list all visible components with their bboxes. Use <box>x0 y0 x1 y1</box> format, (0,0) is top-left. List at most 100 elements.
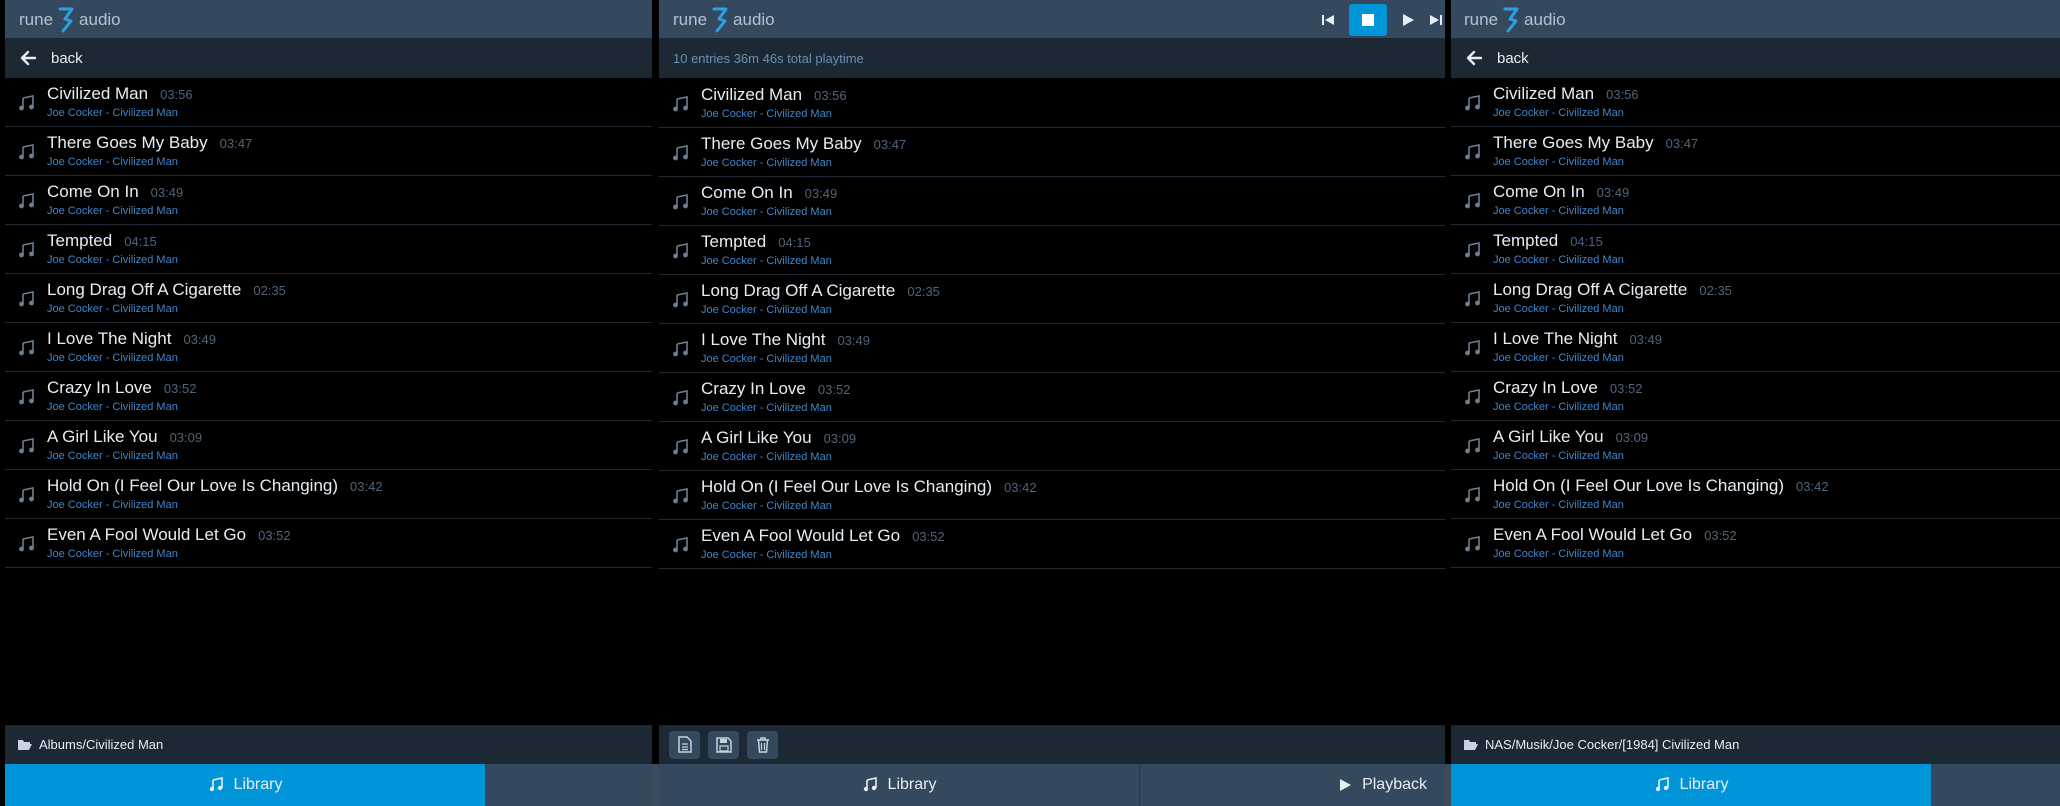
track-title-text: There Goes My Baby <box>1493 133 1654 152</box>
track-title: Long Drag Off A Cigarette 02:35 <box>47 280 286 300</box>
track-artist-album: Joe Cocker - Civilized Man <box>1493 450 1624 462</box>
music-note-icon <box>1463 241 1481 259</box>
track-title: A Girl Like You 03:09 <box>1493 427 1648 447</box>
next-button[interactable] <box>1429 4 1445 36</box>
track-artist-album: Joe Cocker - Civilized Man <box>701 451 832 463</box>
save-playlist-button[interactable] <box>708 730 739 759</box>
playlist-info: 10 entries 36m 46s total playtime <box>659 38 1445 78</box>
track-title: A Girl Like You 03:09 <box>701 428 856 448</box>
brand-logo[interactable]: rune audio <box>19 7 121 33</box>
track-row[interactable]: Even A Fool Would Let Go 03:52 Joe Cocker … <box>1451 519 2060 568</box>
music-note-icon <box>1463 535 1481 553</box>
tab-library[interactable]: Library <box>5 764 485 806</box>
track-row[interactable]: Long Drag Off A Cigarette 02:35 Joe Cocker… <box>5 274 652 323</box>
music-note-icon <box>17 388 35 406</box>
track-row[interactable]: Tempted 04:15 Joe Cocker - Civilized Man <box>5 225 652 274</box>
brand-logo[interactable]: rune audio <box>1464 7 1566 33</box>
track-title-text: Hold On (I Feel Our Love Is Changing) <box>47 476 339 495</box>
track-row[interactable]: There Goes My Baby 03:47 Joe Cocker - Civi… <box>659 128 1445 177</box>
path-bar: NAS/Musik/Joe Cocker/[1984] Civilized Ma… <box>1451 725 2060 764</box>
track-artist-album: Joe Cocker - Civilized Man <box>47 156 178 168</box>
track-row[interactable]: A Girl Like You 03:09 Joe Cocker - Civiliz… <box>5 421 652 470</box>
track-row[interactable]: Hold On (I Feel Our Love Is Changing) 03:… <box>1451 470 2060 519</box>
track-artist-album: Joe Cocker - Civilized Man <box>47 254 178 266</box>
back-button[interactable]: back <box>5 38 652 78</box>
track-row[interactable]: Tempted 04:15 Joe Cocker - Civilized Man <box>1451 225 2060 274</box>
track-duration: 03:56 <box>1606 87 1639 102</box>
track-duration: 03:09 <box>169 430 203 445</box>
brand-word-audio: audio <box>1524 10 1566 29</box>
clear-queue-button[interactable] <box>747 730 778 759</box>
track-row[interactable]: There Goes My Baby 03:47 Joe Cocker - Civi… <box>1451 127 2060 176</box>
track-row[interactable]: Civilized Man 03:56 Joe Cocker - Civilized… <box>5 78 652 127</box>
track-row[interactable]: Even A Fool Would Let Go 03:52 Joe Cocker … <box>5 519 652 568</box>
tab-library-label: Library <box>887 776 937 793</box>
track-row[interactable]: There Goes My Baby 03:47 Joe Cocker - Civi… <box>5 127 652 176</box>
track-row[interactable]: Come On In 03:49 Joe Cocker - Civilized Ma… <box>5 176 652 225</box>
track-artist-album: Joe Cocker - Civilized Man <box>47 548 178 560</box>
music-note-icon <box>671 340 689 358</box>
brand-logo[interactable]: rune audio <box>673 7 775 33</box>
track-artist-album: Joe Cocker - Civilized Man <box>1493 303 1624 315</box>
track-row[interactable]: I Love The Night 03:49 Joe Cocker - Civili… <box>659 324 1445 373</box>
tab-library-label: Library <box>233 776 283 793</box>
track-title: Civilized Man 03:56 <box>47 84 193 104</box>
track-row[interactable]: Hold On (I Feel Our Love Is Changing) 03:… <box>659 471 1445 520</box>
track-row[interactable]: A Girl Like You 03:09 Joe Cocker - Civiliz… <box>659 422 1445 471</box>
previous-button[interactable] <box>1309 4 1347 36</box>
track-row[interactable]: Crazy In Love 03:52 Joe Cocker - Civilized… <box>5 372 652 421</box>
track-duration: 03:42 <box>1796 479 1829 494</box>
track-row[interactable]: Civilized Man 03:56 Joe Cocker - Civilized… <box>659 79 1445 128</box>
tab-library[interactable]: Library <box>659 764 1139 806</box>
track-title-text: Hold On (I Feel Our Love Is Changing) <box>1493 476 1785 495</box>
track-row[interactable]: I Love The Night 03:49 Joe Cocker - Civili… <box>1451 323 2060 372</box>
trash-icon <box>756 736 769 753</box>
track-row[interactable]: Long Drag Off A Cigarette 02:35 Joe Cocker… <box>659 275 1445 324</box>
skip-previous-icon <box>1322 15 1334 25</box>
track-row[interactable]: Long Drag Off A Cigarette 02:35 Joe Cocker… <box>1451 274 2060 323</box>
track-artist-album: Joe Cocker - Civilized Man <box>701 500 832 512</box>
track-row[interactable]: Civilized Man 03:56 Joe Cocker - Civilized… <box>1451 78 2060 127</box>
track-duration: 03:47 <box>873 137 907 152</box>
track-title-text: A Girl Like You <box>1493 427 1604 446</box>
path-label: Albums/Civilized Man <box>39 737 164 752</box>
track-title: Even A Fool Would Let Go 03:52 <box>701 526 945 546</box>
music-note-icon <box>1655 777 1669 792</box>
track-row[interactable]: Come On In 03:49 Joe Cocker - Civilized Ma… <box>1451 176 2060 225</box>
track-row[interactable]: Hold On (I Feel Our Love Is Changing) 03:… <box>5 470 652 519</box>
tab-library-label: Library <box>1679 776 1729 793</box>
play-button[interactable] <box>1389 4 1427 36</box>
music-note-icon <box>1463 143 1481 161</box>
bottom-nav: Library Playback <box>659 764 1445 806</box>
back-button[interactable]: back <box>1451 38 2060 78</box>
music-note-icon <box>671 389 689 407</box>
track-row[interactable]: Crazy In Love 03:52 Joe Cocker - Civilized… <box>659 373 1445 422</box>
track-title-text: I Love The Night <box>47 329 172 348</box>
tab-playback[interactable]: Playback <box>1139 764 1445 806</box>
track-artist-album: Joe Cocker - Civilized Man <box>701 549 832 561</box>
music-note-icon <box>17 94 35 112</box>
tab-library[interactable]: Library <box>1451 764 1931 806</box>
folder-open-icon <box>18 740 32 750</box>
track-title-text: Long Drag Off A Cigarette <box>1493 280 1688 299</box>
track-row[interactable]: A Girl Like You 03:09 Joe Cocker - Civiliz… <box>1451 421 2060 470</box>
track-row[interactable]: Come On In 03:49 Joe Cocker - Civilized Ma… <box>659 177 1445 226</box>
track-artist-album: Joe Cocker - Civilized Man <box>701 353 832 365</box>
music-note-icon <box>671 291 689 309</box>
track-title-text: Tempted <box>701 232 767 251</box>
track-row[interactable]: Tempted 04:15 Joe Cocker - Civilized Man <box>659 226 1445 275</box>
track-artist-album: Joe Cocker - Civilized Man <box>701 304 832 316</box>
track-duration: 03:52 <box>912 529 945 544</box>
track-title: Crazy In Love 03:52 <box>1493 378 1642 398</box>
track-title-text: I Love The Night <box>701 330 826 349</box>
music-note-icon <box>17 143 35 161</box>
stop-button[interactable] <box>1349 4 1387 36</box>
track-row[interactable]: Crazy In Love 03:52 Joe Cocker - Civilized… <box>1451 372 2060 421</box>
track-row[interactable]: I Love The Night 03:49 Joe Cocker - Civili… <box>5 323 652 372</box>
track-title: A Girl Like You 03:09 <box>47 427 202 447</box>
music-note-icon <box>671 536 689 554</box>
track-row[interactable]: Even A Fool Would Let Go 03:52 Joe Cocker … <box>659 520 1445 569</box>
music-note-icon <box>209 777 223 792</box>
playlist-info-label: 10 entries 36m 46s total playtime <box>673 50 864 66</box>
new-playlist-button[interactable] <box>669 730 700 759</box>
